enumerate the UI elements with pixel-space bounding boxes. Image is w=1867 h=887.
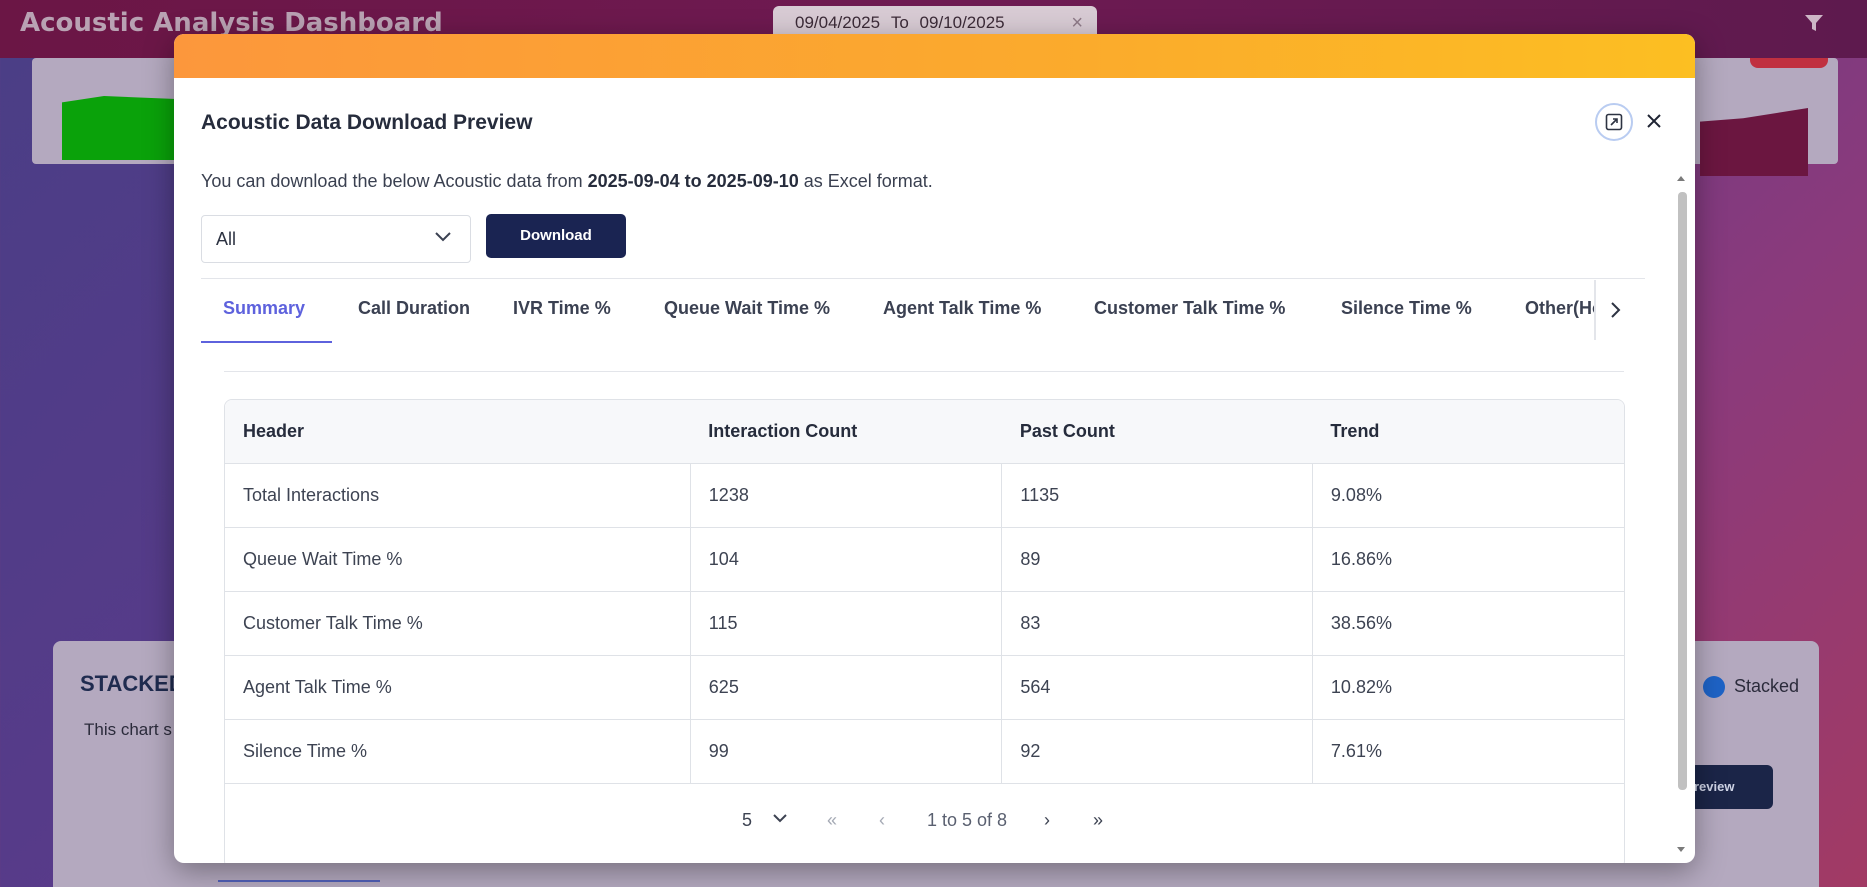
page-size-select[interactable]: 5 [742, 810, 752, 831]
table-cell: 89 [1001, 527, 1313, 592]
close-icon [1647, 114, 1661, 128]
modal-title: Acoustic Data Download Preview [201, 111, 533, 134]
table-cell: 115 [690, 591, 1003, 656]
table-cell: 564 [1001, 655, 1313, 720]
table-cell: 99 [690, 719, 1003, 784]
tab-silence-time[interactable]: Silence Time % [1341, 298, 1472, 319]
table-cell: 10.82% [1312, 655, 1624, 720]
table-pagination: 5 « ‹ 1 to 5 of 8 › » [225, 784, 1624, 863]
column-header[interactable]: Past Count [1001, 400, 1313, 464]
background-button [1750, 58, 1828, 68]
table-cell: 92 [1001, 719, 1313, 784]
scroll-up-arrow-icon[interactable] [1676, 174, 1686, 182]
data-filter-select[interactable]: All [201, 215, 471, 263]
table-cell: 38.56% [1312, 591, 1624, 656]
scrollbar-thumb[interactable] [1678, 192, 1687, 790]
filter-icon[interactable] [1803, 12, 1825, 34]
table-row: Silence Time % 99 92 7.61% [225, 719, 1624, 784]
table-cell: Total Interactions [225, 463, 691, 528]
table-cell: 83 [1001, 591, 1313, 656]
table-row: Agent Talk Time % 625 564 10.82% [225, 655, 1624, 720]
table-header-row: Header Interaction Count Past Count Tren… [225, 400, 1624, 464]
tab-scroll-right-button[interactable] [1594, 280, 1646, 340]
background-area-chart [62, 96, 182, 160]
tab-agent-talk-time[interactable]: Agent Talk Time % [883, 298, 1041, 319]
chevron-right-icon [1611, 302, 1621, 318]
desc-prefix: You can download the below Acoustic data… [201, 171, 588, 191]
active-tab-indicator [201, 341, 332, 343]
tab-bar: Summary Call Duration IVR Time % Queue W… [201, 298, 1645, 342]
column-header[interactable]: Header [225, 400, 691, 464]
table-cell: 16.86% [1312, 527, 1624, 592]
stacked-card-title: STACKED [80, 671, 185, 696]
previous-page-button[interactable]: ‹ [879, 810, 885, 831]
modal-header-accent [174, 34, 1695, 78]
table-cell: 1135 [1001, 463, 1313, 528]
table-cell: 104 [690, 527, 1003, 592]
summary-table: Header Interaction Count Past Count Tren… [224, 399, 1625, 863]
chevron-down-icon [435, 232, 451, 242]
table-row: Customer Talk Time % 115 83 38.56% [225, 591, 1624, 656]
preview-button[interactable]: review [1690, 765, 1773, 809]
tab-ivr-time[interactable]: IVR Time % [513, 298, 611, 319]
table-cell: 9.08% [1312, 463, 1624, 528]
modal-description: You can download the below Acoustic data… [201, 171, 933, 192]
date-to: 09/10/2025 [919, 13, 1005, 32]
next-page-button[interactable]: › [1044, 810, 1050, 831]
table-row: Queue Wait Time % 104 89 16.86% [225, 527, 1624, 592]
page-summary: 1 to 5 of 8 [927, 810, 1008, 830]
column-header[interactable]: Trend [1312, 400, 1624, 464]
stacked-card-description: This chart s [84, 720, 172, 739]
tab-customer-talk-time[interactable]: Customer Talk Time % [1094, 298, 1285, 319]
table-cell: 625 [690, 655, 1003, 720]
desc-date-range: 2025-09-04 to 2025-09-10 [587, 171, 799, 191]
background-link-underline [218, 880, 380, 882]
download-preview-modal: Acoustic Data Download Preview You can d… [174, 34, 1695, 863]
table-cell: 7.61% [1312, 719, 1624, 784]
table-cell: Customer Talk Time % [225, 591, 691, 656]
last-page-button[interactable]: » [1093, 810, 1103, 831]
expand-icon [1605, 113, 1623, 131]
tab-content-divider [224, 371, 1624, 372]
tabs-top-divider [201, 278, 1645, 279]
column-header[interactable]: Interaction Count [690, 400, 1002, 464]
stacked-toggle[interactable] [1703, 676, 1725, 698]
date-from: 09/04/2025 [795, 13, 881, 32]
tab-call-duration[interactable]: Call Duration [358, 298, 470, 319]
first-page-button[interactable]: « [827, 810, 837, 831]
table-row: Total Interactions 1238 1135 9.08% [225, 463, 1624, 528]
tab-queue-wait-time[interactable]: Queue Wait Time % [664, 298, 830, 319]
table-cell: Agent Talk Time % [225, 655, 691, 720]
scroll-down-arrow-icon[interactable] [1676, 846, 1686, 854]
table-cell: 1238 [690, 463, 1003, 528]
select-value: All [216, 229, 237, 249]
table-cell: Queue Wait Time % [225, 527, 691, 592]
download-button[interactable]: Download [486, 214, 626, 258]
date-separator: To [890, 13, 909, 32]
close-button[interactable] [1639, 106, 1669, 136]
tab-summary[interactable]: Summary [223, 298, 305, 319]
expand-button[interactable] [1595, 103, 1633, 141]
desc-suffix: as Excel format. [798, 171, 933, 191]
table-cell: Silence Time % [225, 719, 691, 784]
chevron-down-icon[interactable] [772, 813, 788, 825]
stacked-toggle-label: Stacked [1734, 676, 1800, 696]
